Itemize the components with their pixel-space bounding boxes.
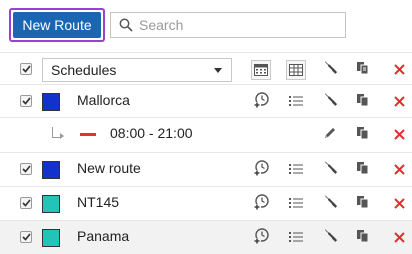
search-box[interactable] — [110, 12, 346, 38]
route-name: Panama — [77, 228, 130, 244]
route-color-swatch[interactable] — [42, 161, 60, 179]
wrench-icon — [322, 60, 338, 79]
tools-button[interactable] — [319, 187, 341, 220]
list-icon — [289, 94, 303, 110]
tools-button[interactable] — [319, 153, 341, 186]
search-input[interactable] — [139, 17, 339, 33]
add-schedule-button[interactable] — [250, 221, 272, 254]
list-button[interactable] — [285, 221, 307, 254]
tools-button[interactable] — [319, 221, 341, 254]
chevron-down-icon — [214, 68, 222, 73]
calendar-button[interactable] — [250, 53, 272, 86]
delete-button[interactable] — [390, 85, 408, 118]
list-button[interactable] — [285, 153, 307, 186]
header-row: Schedules — [0, 52, 412, 85]
add-schedule-icon — [252, 193, 270, 214]
close-icon — [393, 230, 405, 246]
schedule-row: 08:00 - 21:00 — [0, 117, 412, 150]
new-route-button[interactable]: New Route — [13, 12, 101, 38]
close-icon — [393, 127, 405, 143]
add-schedule-icon — [252, 227, 270, 248]
calendar-icon — [251, 59, 271, 80]
delete-button[interactable] — [390, 221, 408, 254]
close-icon — [393, 94, 405, 110]
route-checkbox[interactable] — [20, 231, 32, 243]
route-checkbox[interactable] — [20, 197, 32, 209]
list-icon — [289, 230, 303, 246]
wrench-icon — [322, 194, 338, 213]
route-color-swatch[interactable] — [42, 93, 60, 111]
route-color-swatch[interactable] — [42, 195, 60, 213]
copy-icon — [356, 195, 370, 212]
copy-icon — [356, 126, 370, 143]
close-icon — [393, 196, 405, 212]
delete-button[interactable] — [390, 153, 408, 186]
route-row: New route — [0, 152, 412, 185]
grid-icon — [286, 59, 306, 80]
add-schedule-icon — [252, 159, 270, 180]
route-name: Mallorca — [77, 92, 130, 108]
grid-button[interactable] — [285, 53, 307, 86]
tools-button[interactable] — [319, 53, 341, 86]
route-name: NT145 — [77, 194, 120, 210]
schedule-time-range: 08:00 - 21:00 — [110, 125, 193, 141]
route-checkbox[interactable] — [20, 163, 32, 175]
copy-button[interactable] — [352, 221, 374, 254]
route-row: NT145 — [0, 186, 412, 219]
select-all-checkbox[interactable] — [20, 63, 32, 75]
route-name: New route — [77, 160, 141, 176]
wrench-icon — [322, 92, 338, 111]
tree-arrow-icon — [60, 133, 64, 139]
add-schedule-icon — [252, 91, 270, 112]
pencil-icon — [323, 126, 337, 143]
route-row: Mallorca — [0, 84, 412, 117]
copy-schedule-button[interactable] — [352, 118, 374, 151]
copy-icon — [356, 61, 370, 78]
list-button[interactable] — [285, 187, 307, 220]
add-schedule-button[interactable] — [250, 153, 272, 186]
list-icon — [289, 162, 303, 178]
new-route-highlight: New Route — [9, 8, 105, 42]
route-checkbox[interactable] — [20, 95, 32, 107]
wrench-icon — [322, 228, 338, 247]
dropdown-value: Schedules — [51, 62, 117, 78]
delete-schedule-button[interactable] — [390, 118, 408, 151]
search-icon — [117, 16, 135, 34]
list-button[interactable] — [285, 85, 307, 118]
delete-button[interactable] — [390, 187, 408, 220]
copy-icon — [356, 229, 370, 246]
close-icon — [393, 162, 405, 178]
tools-button[interactable] — [319, 85, 341, 118]
route-color-swatch[interactable] — [42, 229, 60, 247]
close-icon — [393, 62, 405, 78]
layer-type-dropdown[interactable]: Schedules — [42, 58, 232, 82]
route-row: Panama — [0, 220, 412, 254]
wrench-icon — [322, 160, 338, 179]
toolbar: New Route — [0, 0, 412, 50]
list-icon — [289, 196, 303, 212]
schedule-line-swatch — [80, 133, 96, 136]
copy-button[interactable] — [352, 85, 374, 118]
copy-button[interactable] — [352, 153, 374, 186]
edit-schedule-button[interactable] — [319, 118, 341, 151]
add-schedule-button[interactable] — [250, 85, 272, 118]
delete-all-button[interactable] — [390, 53, 408, 86]
copy-button[interactable] — [352, 187, 374, 220]
copy-all-button[interactable] — [352, 53, 374, 86]
copy-icon — [356, 161, 370, 178]
copy-icon — [356, 93, 370, 110]
add-schedule-button[interactable] — [250, 187, 272, 220]
